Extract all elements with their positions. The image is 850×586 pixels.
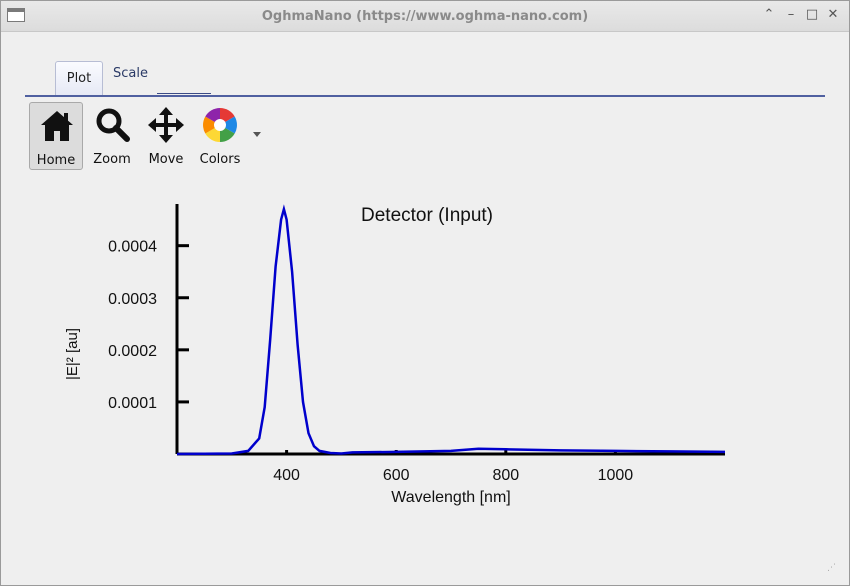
series-line — [176, 204, 726, 456]
move-icon — [148, 107, 184, 143]
zoom-button[interactable]: Zoom — [85, 102, 139, 170]
main-panel: Plot Scale Home Zoom Move Colors Detecto… — [7, 32, 843, 579]
y-axis-label: |E|² [au] — [64, 328, 81, 380]
move-label: Move — [148, 152, 184, 167]
x-tick-label: 1000 — [598, 467, 634, 484]
zoom-label: Zoom — [93, 152, 131, 167]
x-tick-label: 400 — [273, 467, 300, 484]
y-tick-label: 0.0003 — [108, 291, 157, 308]
colors-dropdown-arrow[interactable] — [253, 132, 261, 137]
tab-divider — [25, 95, 825, 97]
y-tick-label: 0.0002 — [108, 343, 157, 360]
colors-button[interactable]: Colors — [193, 102, 247, 170]
home-label: Home — [36, 153, 76, 168]
tab-scale[interactable]: Scale — [103, 57, 159, 91]
x-tick-label: 800 — [492, 467, 519, 484]
minimize-button[interactable]: – — [783, 7, 799, 23]
zoom-icon — [96, 108, 130, 142]
home-button[interactable]: Home — [29, 102, 83, 170]
home-icon — [41, 111, 73, 141]
chart-title: Detector (Input) — [361, 205, 493, 226]
chevron-up-icon[interactable]: ⌃ — [761, 7, 777, 23]
y-tick-label: 0.0001 — [108, 395, 157, 412]
app-window: OghmaNano (https://www.oghma-nano.com) ⌃… — [0, 0, 850, 586]
title-bar[interactable]: OghmaNano (https://www.oghma-nano.com) ⌃… — [1, 1, 849, 32]
colors-icon — [203, 108, 237, 142]
y-tick-label: 0.0004 — [108, 239, 157, 256]
move-button[interactable]: Move — [139, 102, 193, 170]
x-axis-label: Wavelength [nm] — [391, 489, 510, 506]
tab-plot[interactable]: Plot — [55, 61, 103, 95]
plot-area[interactable]: Detector (Input) 0.0001 0.0002 0.0003 0.000… — [7, 182, 845, 552]
window-title: OghmaNano (https://www.oghma-nano.com) — [261, 9, 589, 24]
resize-grip[interactable]: ⋰ — [827, 563, 837, 573]
tab-scale-underline — [157, 93, 211, 94]
close-button[interactable]: ✕ — [825, 7, 841, 23]
maximize-button[interactable]: □ — [804, 7, 820, 23]
colors-label: Colors — [199, 152, 241, 167]
x-tick-label: 600 — [383, 467, 410, 484]
